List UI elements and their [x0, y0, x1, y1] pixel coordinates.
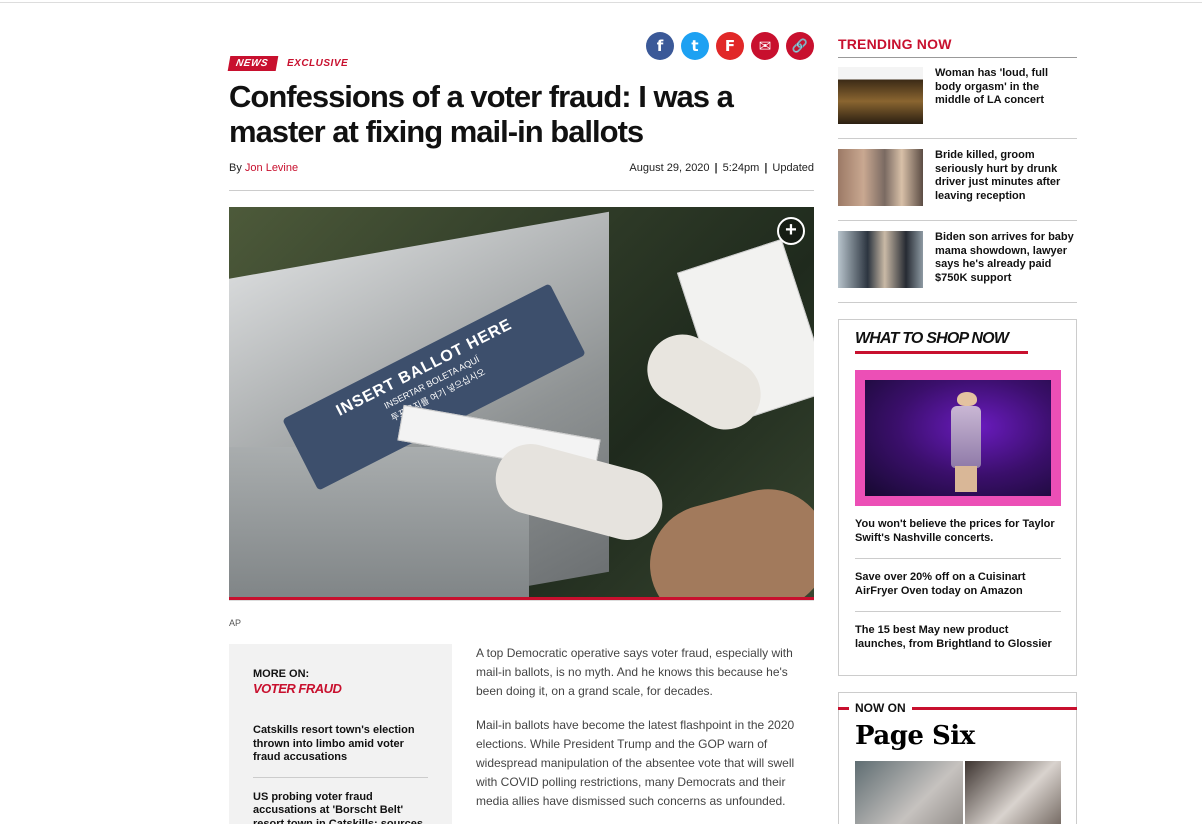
- exclusive-tag[interactable]: EXCLUSIVE: [287, 58, 348, 69]
- more-on-link[interactable]: Catskills resort town's election thrown …: [253, 724, 428, 765]
- timestamp: August 29, 2020 | 5:24pm | Updated: [629, 162, 814, 174]
- page-six-logo[interactable]: Page Six: [855, 721, 975, 751]
- shop-divider: [855, 611, 1061, 612]
- email-share-icon[interactable]: ✉: [751, 32, 779, 60]
- news-badge[interactable]: NEWS: [227, 56, 279, 71]
- shop-link[interactable]: Save over 20% off on a Cuisinart AirFrye…: [855, 571, 1061, 598]
- trending-thumbnail[interactable]: [838, 67, 923, 124]
- article-kicker: NEWS EXCLUSIVE: [227, 56, 348, 71]
- facebook-share-icon[interactable]: f: [646, 32, 674, 60]
- page-six-thumbnail[interactable]: [855, 761, 963, 824]
- shop-link[interactable]: The 15 best May new product launches, fr…: [855, 624, 1061, 651]
- photo-accent-bar: [229, 597, 814, 601]
- more-on-topic[interactable]: VOTER FRAUD: [253, 681, 428, 696]
- shop-title: WHAT TO SHOP NOW: [855, 330, 1009, 347]
- more-on-label: MORE ON:: [253, 668, 310, 680]
- flipboard-share-icon[interactable]: F: [716, 32, 744, 60]
- trending-thumbnail[interactable]: [838, 231, 923, 288]
- more-on-box: MORE ON: VOTER FRAUD Catskills resort to…: [229, 644, 452, 824]
- byline: By Jon Levine: [229, 162, 298, 174]
- ballot-box-base: [229, 447, 529, 597]
- trending-item[interactable]: Woman has 'loud, full body orgasm' in th…: [838, 57, 1077, 139]
- shop-feature-image[interactable]: [855, 370, 1061, 506]
- article-body: A top Democratic operative says voter fr…: [476, 644, 814, 811]
- publish-time: 5:24pm: [722, 162, 760, 174]
- byline-divider: [229, 190, 814, 191]
- performer-legs: [955, 466, 977, 492]
- performer-body: [951, 406, 981, 468]
- author-link[interactable]: Jon Levine: [245, 162, 298, 174]
- trending-item[interactable]: Biden son arrives for baby mama showdown…: [838, 221, 1077, 303]
- paragraph: A top Democratic operative says voter fr…: [476, 646, 793, 698]
- copy-link-icon[interactable]: 🔗: [786, 32, 814, 60]
- twitter-share-icon[interactable]: t: [681, 32, 709, 60]
- headline: Confessions of a voter fraud: I was a ma…: [229, 79, 734, 149]
- expand-photo-icon[interactable]: +: [777, 217, 805, 245]
- photo-credit: AP: [229, 618, 242, 628]
- share-bar: f t F ✉ 🔗: [646, 32, 814, 60]
- publish-date: August 29, 2020: [629, 162, 710, 174]
- page-six-module: NOW ON Page Six: [838, 692, 1077, 824]
- page-six-thumbnail[interactable]: [965, 761, 1061, 824]
- arm: [636, 475, 814, 597]
- lead-photo[interactable]: INSERT BALLOT HERE INSERTAR BOLETA AQUÍ …: [229, 207, 814, 597]
- top-divider: [0, 2, 1202, 3]
- byline-row: By Jon Levine August 29, 2020 | 5:24pm | Upd…: [229, 162, 814, 174]
- trending-item[interactable]: Bride killed, groom seriously hurt by dr…: [838, 139, 1077, 221]
- trending-thumbnail[interactable]: [838, 149, 923, 206]
- trending-title: TRENDING NOW: [838, 36, 952, 52]
- what-to-shop-module: WHAT TO SHOP NOW You won't believe the p…: [838, 319, 1077, 676]
- paragraph: Mail-in ballots have become the latest f…: [476, 718, 795, 808]
- now-on-label: NOW ON: [849, 701, 912, 715]
- more-on-link[interactable]: US probing voter fraud accusations at 'B…: [253, 776, 428, 824]
- updated-label: Updated: [772, 162, 814, 174]
- shop-title-underline: [855, 351, 1028, 354]
- trending-headline[interactable]: Biden son arrives for baby mama showdown…: [935, 231, 1077, 285]
- byline-prefix: By: [229, 162, 242, 174]
- shop-link[interactable]: You won't believe the prices for Taylor …: [855, 518, 1061, 545]
- trending-headline[interactable]: Woman has 'loud, full body orgasm' in th…: [935, 67, 1077, 108]
- performer-head: [957, 392, 977, 406]
- shop-divider: [855, 558, 1061, 559]
- trending-headline[interactable]: Bride killed, groom seriously hurt by dr…: [935, 149, 1077, 203]
- concert-backdrop: [865, 380, 1051, 496]
